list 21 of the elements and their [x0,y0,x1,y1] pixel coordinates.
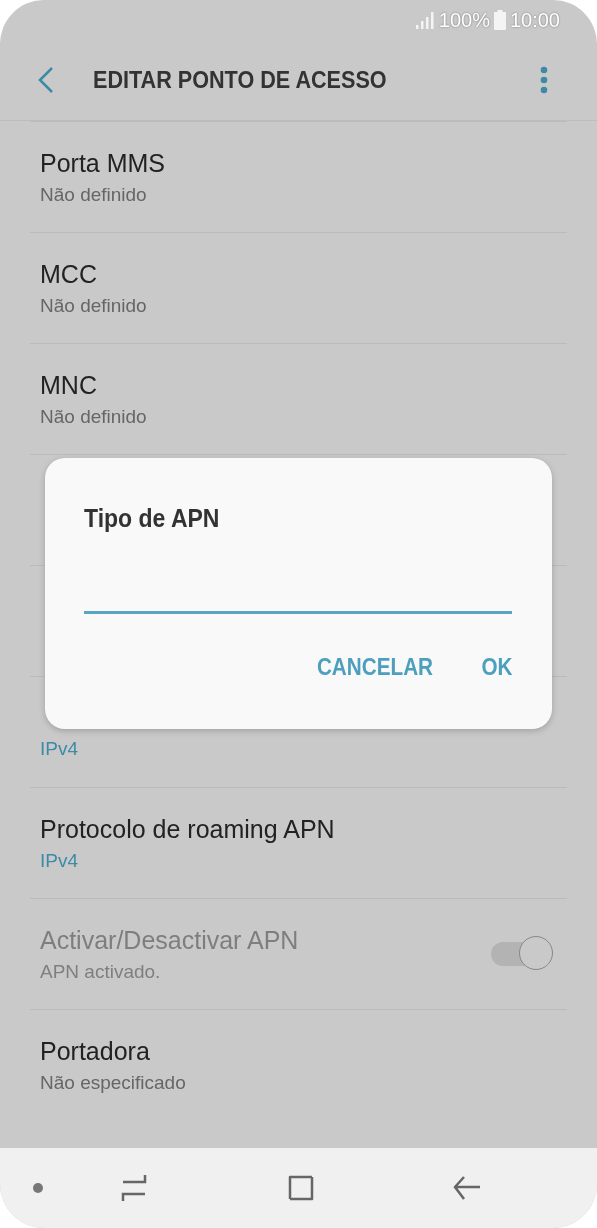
screen-title: EDITAR PONTO DE ACESSO [93,66,388,94]
setting-value: Não definido [40,183,148,206]
more-options-icon[interactable] [540,66,548,94]
setting-value: Não definido [40,294,147,317]
setting-title[interactable]: Portadora [40,1036,186,1066]
home-icon[interactable] [286,1173,316,1203]
setting-value: Não definido [40,405,147,428]
recent-apps-icon[interactable] [119,1173,149,1203]
setting-title[interactable]: MCC [40,259,147,289]
setting-value: APN activado. [40,960,162,983]
back-icon[interactable] [36,66,56,94]
keyboard-dot-icon[interactable] [33,1183,43,1193]
battery-icon [493,10,506,30]
setting-title[interactable]: MNC [40,370,147,400]
setting-value: IPv4 [40,849,80,872]
setting-value: IPv4 [40,737,79,760]
signal-icon [414,11,435,29]
setting-title[interactable]: Porta MMS [40,148,166,178]
dialog-title: Tipo de APN [84,504,221,533]
setting-value: Não especificado [40,1071,186,1094]
setting-title[interactable]: Protocolo de roaming APN [40,814,335,844]
